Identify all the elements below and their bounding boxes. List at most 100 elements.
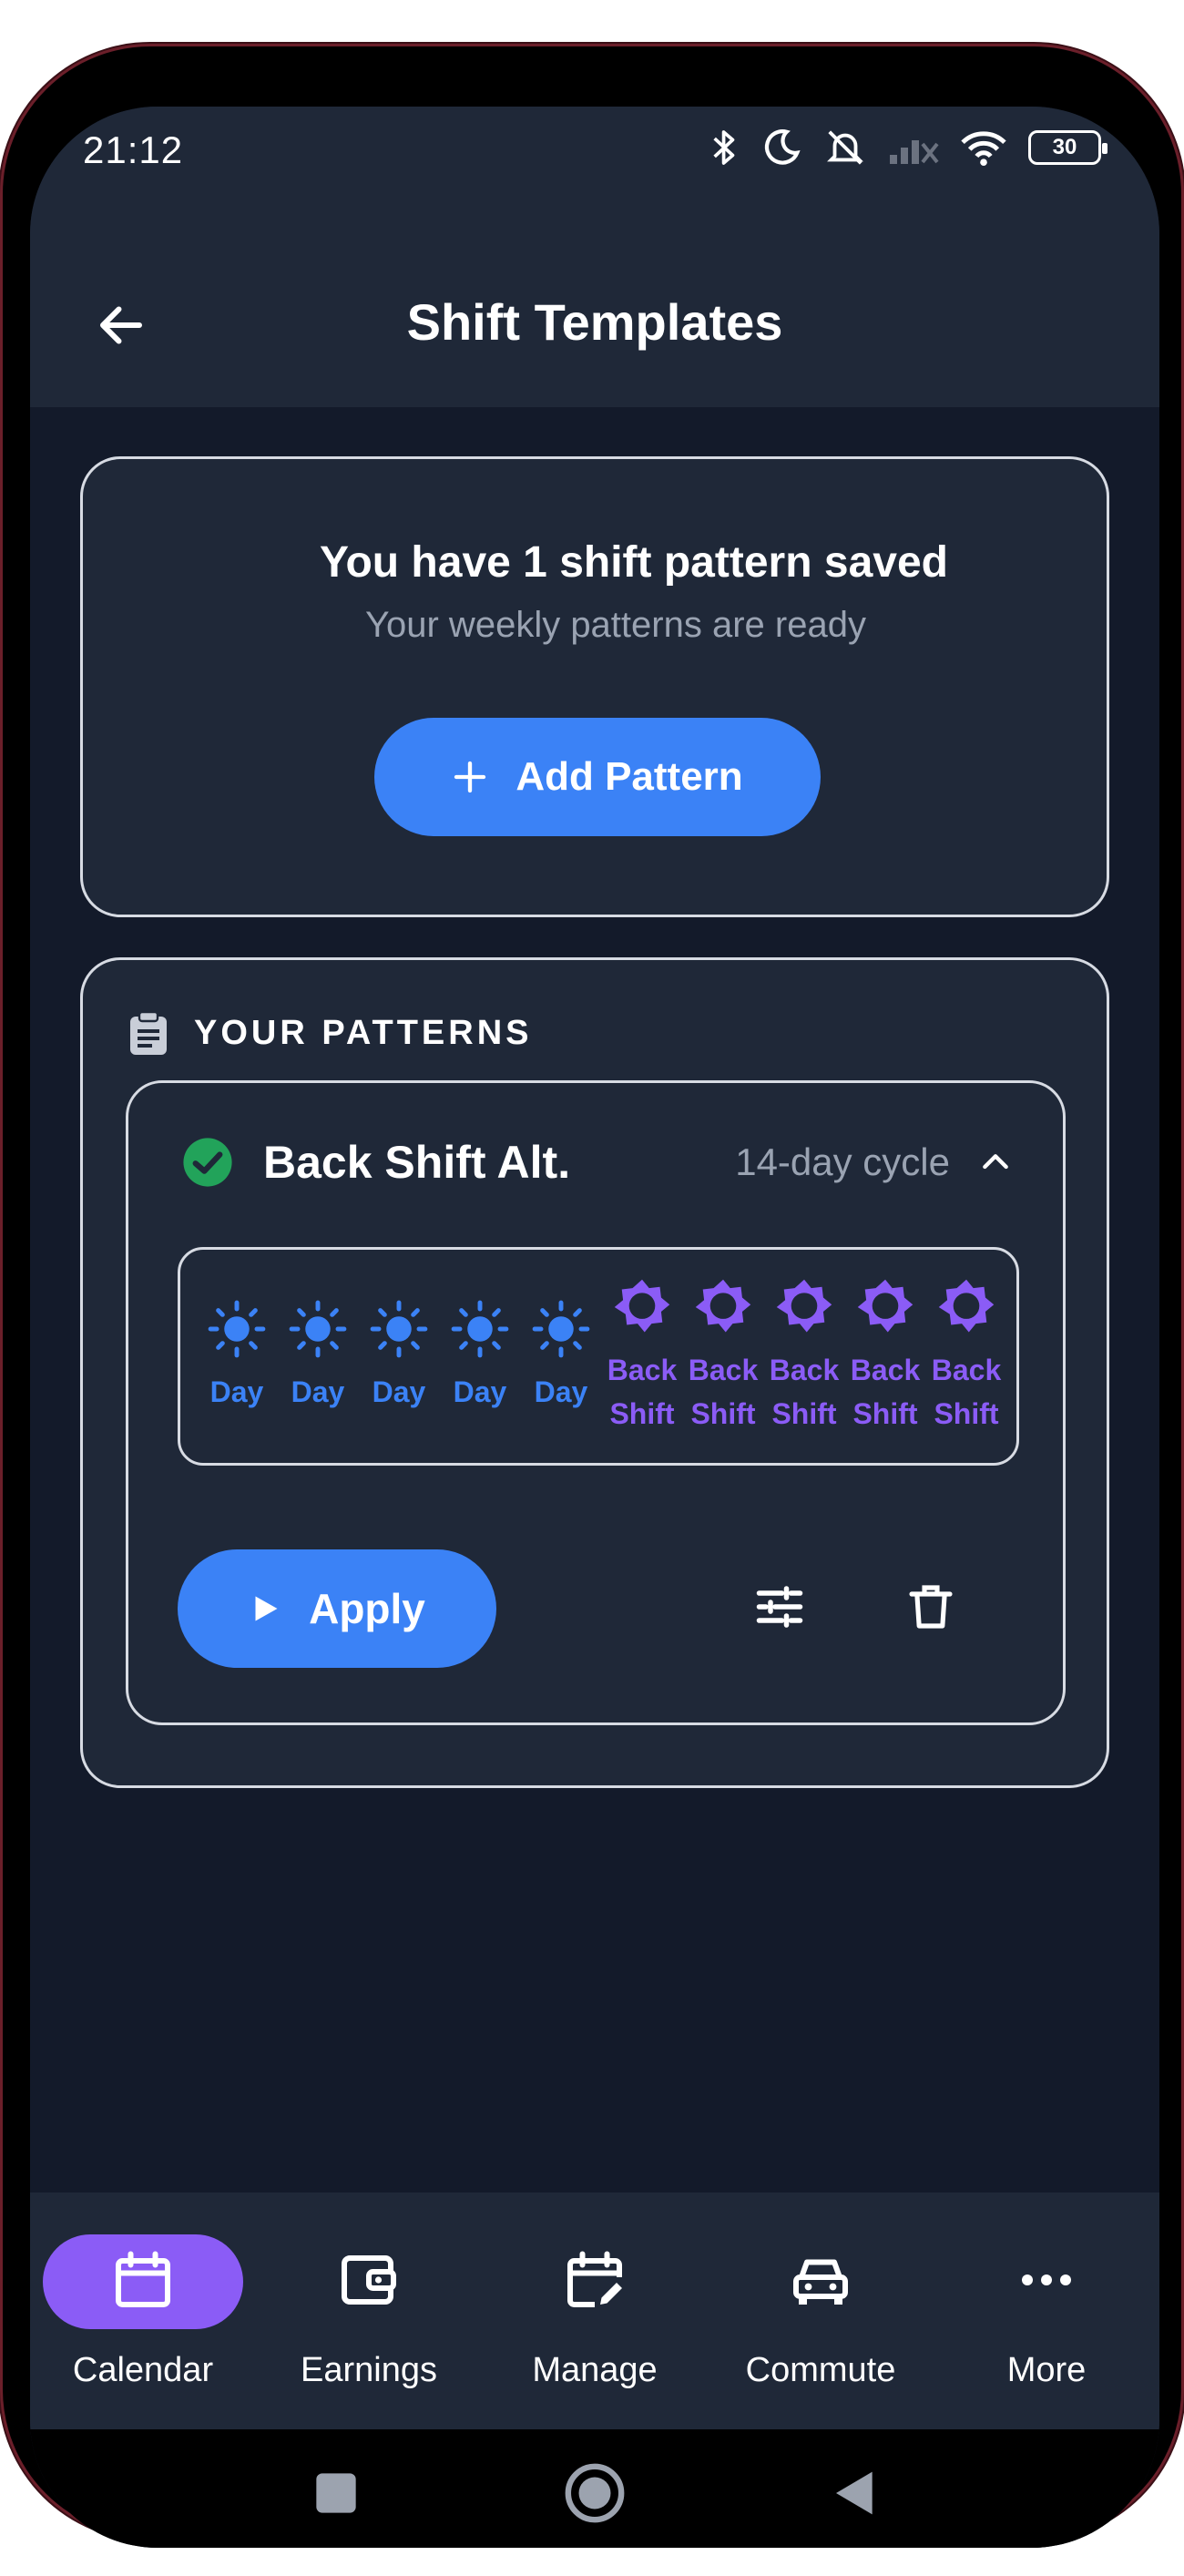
trash-icon [909,1585,953,1629]
gear-sun-icon [614,1279,670,1333]
pattern-item[interactable]: Back Shift Alt. 14-day cycle Day Day Day… [126,1080,1066,1725]
nav-item-commute[interactable]: Commute [708,2193,934,2429]
gear-sun-icon [938,1279,995,1333]
back-shift-label-line2: Shift [609,1397,675,1430]
summary-title: You have 1 shift pattern saved [320,538,948,587]
apply-button[interactable]: Apply [178,1549,496,1668]
add-pattern-label: Add Pattern [515,754,743,799]
sun-icon [451,1300,509,1358]
nav-item-more[interactable]: More [934,2193,1159,2429]
patterns-header: YOUR PATTERNS [128,1011,533,1055]
nav-label-more: More [1006,2351,1087,2389]
back-shift-label-line2: Shift [852,1397,918,1430]
bluetooth-icon [713,130,735,165]
day-cell: Day [197,1250,277,1463]
day-label: Day [209,1375,264,1408]
square-icon [316,2473,356,2513]
back-shift-label-line2: Shift [934,1397,999,1430]
back-shift-label-line2: Shift [690,1397,756,1430]
status-bar: 21:12 30 [30,107,1159,252]
day-label: Day [372,1375,426,1408]
summary-subtitle: Your weekly patterns are ready [365,605,866,645]
nav-label-manage: Manage [532,2351,658,2389]
summary-card: You have 1 shift pattern saved Your week… [80,456,1109,917]
back-shift-label-line1: Back [688,1354,759,1386]
nav-label-calendar: Calendar [72,2351,214,2389]
delete-pattern-button[interactable] [890,1566,972,1648]
back-shift-cell: Back Shift [764,1250,844,1463]
sliders-icon [756,1586,803,1628]
battery-level: 30 [1052,135,1077,159]
sun-icon [370,1300,428,1358]
play-icon [255,1596,278,1621]
back-shift-label-line1: Back [607,1354,678,1386]
clipboard-icon [130,1011,167,1055]
nav-item-calendar[interactable]: Calendar [30,2193,256,2429]
back-shift-label-line1: Back [850,1354,921,1386]
muted-bell-icon [827,130,863,165]
signal-icon [890,140,939,164]
back-shift-label: Back Shift [683,1348,763,1436]
gear-sun-icon [857,1279,914,1333]
sun-icon [289,1300,347,1358]
main-content: You have 1 shift pattern saved Your week… [30,407,1159,2247]
calendar-icon [116,2251,170,2307]
wifi-icon [961,131,1006,167]
battery-icon: 30 [1028,130,1107,165]
apply-label: Apply [309,1585,425,1632]
day-label: Day [453,1375,507,1408]
pattern-cycle: 14-day cycle [735,1140,950,1183]
home-circle-icon [565,2463,625,2523]
back-nav-button[interactable] [819,2457,892,2530]
check-circle-icon [183,1138,232,1187]
day-cell: Day [440,1250,520,1463]
do-not-disturb-moon-icon [764,129,801,165]
recents-button[interactable] [300,2457,373,2530]
back-shift-label: Back Shift [926,1348,1006,1436]
back-shift-cell: Back Shift [602,1250,682,1463]
pattern-day-strip: Day Day Day Day Day Back Shift Back Shif… [178,1247,1019,1466]
back-shift-label-line1: Back [931,1354,1002,1386]
triangle-back-icon [836,2471,873,2515]
back-shift-label-line2: Shift [771,1397,837,1430]
day-cell: Day [278,1250,358,1463]
status-time: 21:12 [83,128,184,171]
back-shift-label: Back Shift [845,1348,925,1436]
back-shift-label: Back Shift [602,1348,682,1436]
nav-item-earnings[interactable]: Earnings [256,2193,482,2429]
nav-item-manage[interactable]: Manage [482,2193,708,2429]
pattern-header-row[interactable]: Back Shift Alt. 14-day cycle [181,1130,1014,1194]
screen: 21:12 30 Shift Templates You have 1 shif… [30,107,1159,2548]
app-bar: Shift Templates [30,252,1159,407]
add-pattern-button[interactable]: Add Pattern [374,718,821,836]
back-shift-cell: Back Shift [926,1250,1006,1463]
back-shift-cell: Back Shift [845,1250,925,1463]
pattern-name: Back Shift Alt. [263,1137,571,1188]
sun-icon [532,1300,590,1358]
patterns-card: YOUR PATTERNS Back Shift Alt. 14-day cyc… [80,957,1109,1788]
status-icons: 30 [709,127,1107,169]
car-icon [793,2259,848,2305]
gear-sun-icon [776,1279,832,1333]
day-label: Day [534,1375,588,1408]
back-shift-cell: Back Shift [683,1250,763,1463]
patterns-section-header: YOUR PATTERNS [194,1013,533,1052]
day-label: Day [291,1375,345,1408]
gear-sun-icon [695,1279,751,1333]
chevron-up-icon[interactable] [977,1144,1014,1181]
edit-pattern-button[interactable] [739,1566,821,1648]
nav-label-commute: Commute [745,2351,896,2389]
home-button[interactable] [558,2457,631,2530]
page-title: Shift Templates [406,293,783,351]
back-shift-label-line1: Back [769,1354,840,1386]
bottom-navigation: Calendar Earnings Manage Commute More [30,2193,1159,2429]
sun-icon [208,1300,266,1358]
phone-frame: 21:12 30 Shift Templates You have 1 shif… [0,44,1184,2548]
system-navigation-bar [30,2429,1159,2548]
nav-label-earnings: Earnings [301,2351,437,2389]
more-horizontal-icon [1022,2274,1071,2285]
plus-icon [454,761,486,793]
edit-calendar-icon [567,2251,622,2307]
day-cell: Day [521,1250,601,1463]
day-cell: Day [359,1250,439,1463]
